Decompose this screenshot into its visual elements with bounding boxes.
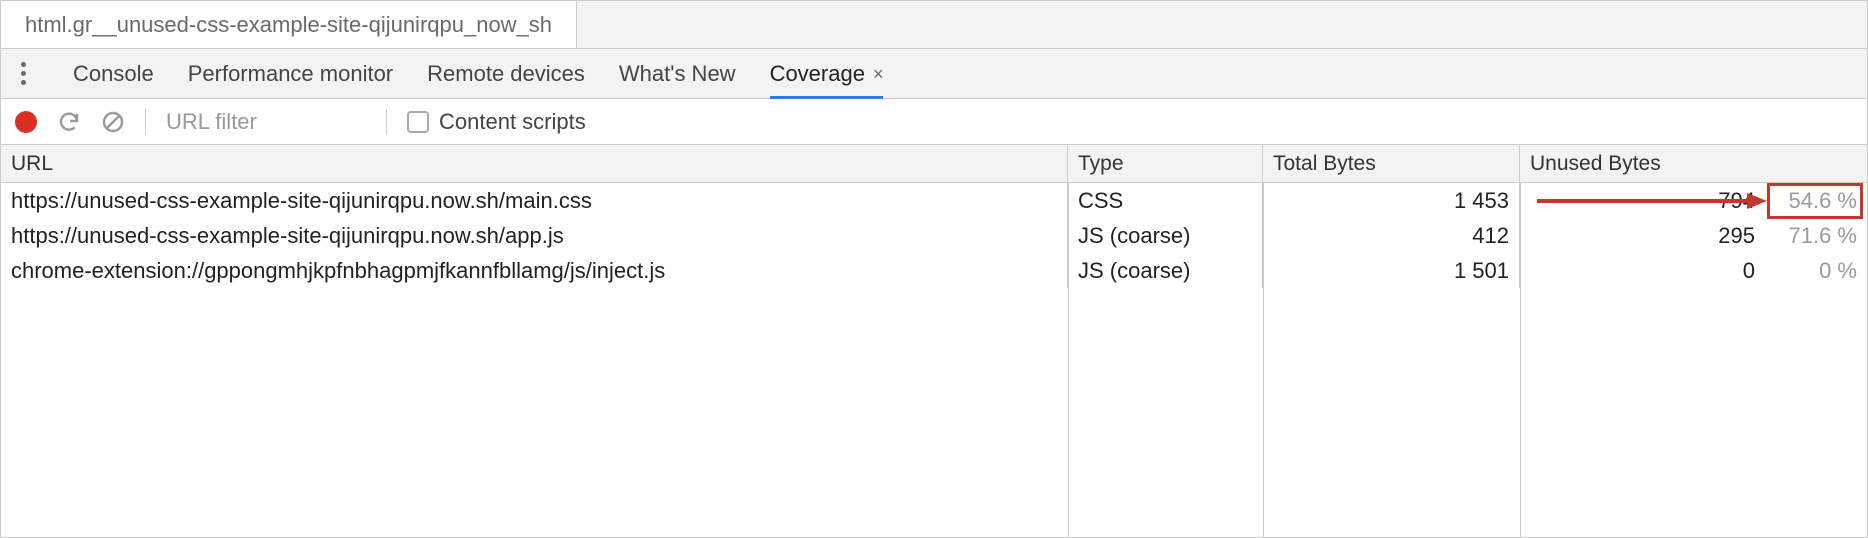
cell-url: chrome-extension://gppongmhjkpfnbhagpmjf… (1, 253, 1068, 288)
breadcrumb-bar: html.gr__unused-css-example-site-qijunir… (1, 1, 1867, 49)
tab-label: Performance monitor (188, 61, 393, 87)
cell-url: https://unused-css-example-site-qijunirq… (1, 183, 1068, 218)
table-row[interactable]: https://unused-css-example-site-qijunirq… (1, 218, 1867, 253)
tab-performance-monitor[interactable]: Performance monitor (188, 49, 393, 98)
unused-bytes-value: 295 (1701, 223, 1755, 249)
unused-bytes-value: 794 (1701, 188, 1755, 214)
unused-pct-value: 71.6 % (1765, 223, 1857, 249)
unused-pct-value: 0 % (1765, 258, 1857, 284)
cell-total: 1 501 (1263, 253, 1520, 288)
tab-label: What's New (619, 61, 736, 87)
tab-console[interactable]: Console (73, 49, 154, 98)
table-body: https://unused-css-example-site-qijunirq… (1, 183, 1867, 537)
tab-label: Console (73, 61, 154, 87)
cell-type: JS (coarse) (1068, 218, 1263, 253)
tab-label: Remote devices (427, 61, 585, 87)
table-header: URL Type Total Bytes Unused Bytes (1, 145, 1867, 183)
content-scripts-toggle[interactable]: Content scripts (407, 109, 586, 135)
cell-unused: 794 54.6 % (1520, 183, 1867, 218)
devtools-panel: html.gr__unused-css-example-site-qijunir… (0, 0, 1868, 538)
record-button[interactable] (15, 111, 37, 133)
content-scripts-label: Content scripts (439, 109, 586, 135)
close-icon[interactable]: × (873, 64, 884, 85)
cell-unused: 0 0 % (1520, 253, 1867, 288)
reload-icon[interactable] (57, 110, 81, 134)
table-row[interactable]: https://unused-css-example-site-qijunirq… (1, 183, 1867, 218)
toolbar-separator (386, 109, 387, 135)
th-type[interactable]: Type (1068, 145, 1263, 182)
coverage-toolbar: Content scripts (1, 99, 1867, 145)
breadcrumb-tab[interactable]: html.gr__unused-css-example-site-qijunir… (1, 1, 577, 48)
cell-unused: 295 71.6 % (1520, 218, 1867, 253)
cell-type: JS (coarse) (1068, 253, 1263, 288)
th-unused[interactable]: Unused Bytes (1520, 145, 1867, 182)
cell-total: 412 (1263, 218, 1520, 253)
checkbox-icon[interactable] (407, 111, 429, 133)
tab-label: Coverage (770, 61, 865, 87)
drawer-tabs: Console Performance monitor Remote devic… (1, 49, 1867, 99)
unused-pct-value: 54.6 % (1765, 188, 1857, 214)
table-row[interactable]: chrome-extension://gppongmhjkpfnbhagpmjf… (1, 253, 1867, 288)
unused-bytes-value: 0 (1701, 258, 1755, 284)
tab-coverage[interactable]: Coverage × (770, 50, 884, 99)
tab-remote-devices[interactable]: Remote devices (427, 49, 585, 98)
breadcrumb-text: html.gr__unused-css-example-site-qijunir… (25, 12, 552, 38)
kebab-menu-icon[interactable] (13, 62, 33, 85)
cell-type: CSS (1068, 183, 1263, 218)
cell-url: https://unused-css-example-site-qijunirq… (1, 218, 1068, 253)
url-filter-input[interactable] (166, 109, 366, 135)
cell-total: 1 453 (1263, 183, 1520, 218)
toolbar-separator (145, 109, 146, 135)
th-url[interactable]: URL (1, 145, 1068, 182)
tab-whats-new[interactable]: What's New (619, 49, 736, 98)
clear-icon[interactable] (101, 110, 125, 134)
th-total[interactable]: Total Bytes (1263, 145, 1520, 182)
coverage-table: URL Type Total Bytes Unused Bytes https:… (1, 145, 1867, 537)
